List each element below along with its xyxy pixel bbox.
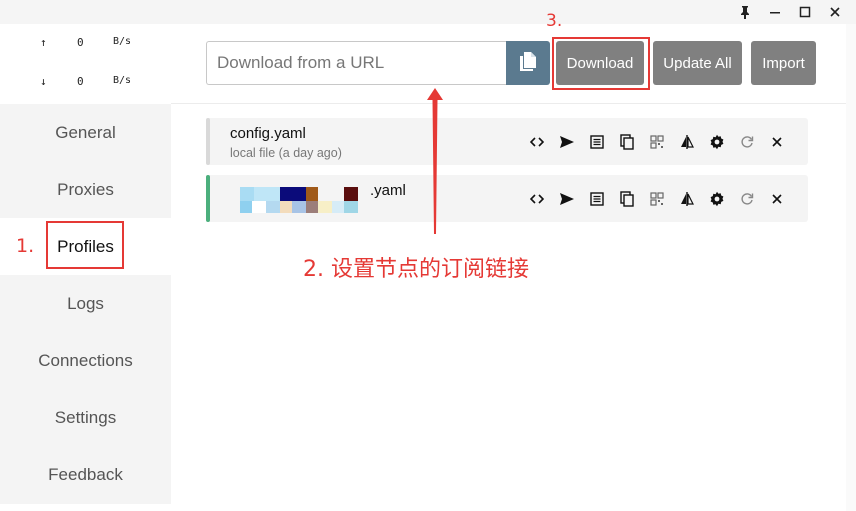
close-icon[interactable] xyxy=(762,136,792,148)
download-unit: B/s xyxy=(113,75,132,86)
list-icon[interactable] xyxy=(582,134,612,149)
profile-card[interactable]: config.yaml local file (a day ago) xyxy=(206,118,808,165)
pin-icon[interactable] xyxy=(730,0,760,24)
qrcode-icon[interactable] xyxy=(642,134,672,149)
paste-button[interactable] xyxy=(506,41,550,85)
copy-icon[interactable] xyxy=(612,190,642,207)
profile-actions xyxy=(522,175,792,222)
sidebar-item-settings[interactable]: Settings xyxy=(0,389,171,446)
profile-actions xyxy=(522,118,792,165)
sidebar-footer xyxy=(0,504,171,511)
profile-card[interactable]: .yaml xyxy=(206,175,808,222)
download-rate: ↓ 0 B/s xyxy=(0,75,171,95)
sidebar-item-general[interactable]: General xyxy=(0,104,171,161)
url-input[interactable] xyxy=(206,41,506,85)
traffic-panel: ↑ 0 B/s ↓ 0 B/s xyxy=(0,24,171,104)
code-icon[interactable] xyxy=(522,136,552,148)
copy-icon[interactable] xyxy=(612,133,642,150)
annotation-step2: 2. 设置节点的订阅链接 xyxy=(303,257,529,282)
refresh-icon[interactable] xyxy=(732,192,762,206)
qrcode-icon[interactable] xyxy=(642,191,672,206)
sidebar-item-proxies[interactable]: Proxies xyxy=(0,161,171,218)
clipboard-icon xyxy=(518,50,538,77)
split-icon[interactable] xyxy=(672,134,702,150)
annotation-step1: 1. xyxy=(16,235,35,257)
sidebar-item-logs[interactable]: Logs xyxy=(0,275,171,332)
gear-icon[interactable] xyxy=(702,134,732,150)
right-edge-strip xyxy=(846,24,856,511)
redacted-name-mosaic xyxy=(240,187,380,217)
maximize-icon[interactable] xyxy=(790,0,820,24)
annotation-arrow xyxy=(427,88,443,234)
profile-name: config.yaml xyxy=(230,125,306,142)
profile-subtitle: local file (a day ago) xyxy=(230,146,342,160)
code-icon[interactable] xyxy=(522,193,552,205)
send-icon[interactable] xyxy=(552,192,582,206)
close-icon[interactable] xyxy=(820,0,850,24)
title-bar xyxy=(0,0,856,24)
profiles-highlight-box xyxy=(46,221,124,269)
header-divider xyxy=(171,103,846,104)
download-arrow-icon: ↓ xyxy=(40,75,47,88)
annotation-step3: 3. xyxy=(546,11,563,31)
close-icon[interactable] xyxy=(762,193,792,205)
profile-name: .yaml xyxy=(370,182,406,199)
sidebar-item-feedback[interactable]: Feedback xyxy=(0,446,171,503)
send-icon[interactable] xyxy=(552,135,582,149)
update-all-button[interactable]: Update All xyxy=(653,41,742,85)
split-icon[interactable] xyxy=(672,191,702,207)
gear-icon[interactable] xyxy=(702,191,732,207)
profile-status-bar xyxy=(206,175,210,222)
minimize-icon[interactable] xyxy=(760,0,790,24)
import-button[interactable]: Import xyxy=(751,41,816,85)
profile-status-bar xyxy=(206,118,210,165)
download-value: 0 xyxy=(77,75,84,88)
upload-arrow-icon: ↑ xyxy=(40,36,47,49)
sidebar-item-connections[interactable]: Connections xyxy=(0,332,171,389)
upload-unit: B/s xyxy=(113,36,132,47)
download-highlight-box xyxy=(552,37,650,90)
upload-rate: ↑ 0 B/s xyxy=(0,36,171,56)
upload-value: 0 xyxy=(77,36,84,49)
refresh-icon[interactable] xyxy=(732,135,762,149)
list-icon[interactable] xyxy=(582,191,612,206)
